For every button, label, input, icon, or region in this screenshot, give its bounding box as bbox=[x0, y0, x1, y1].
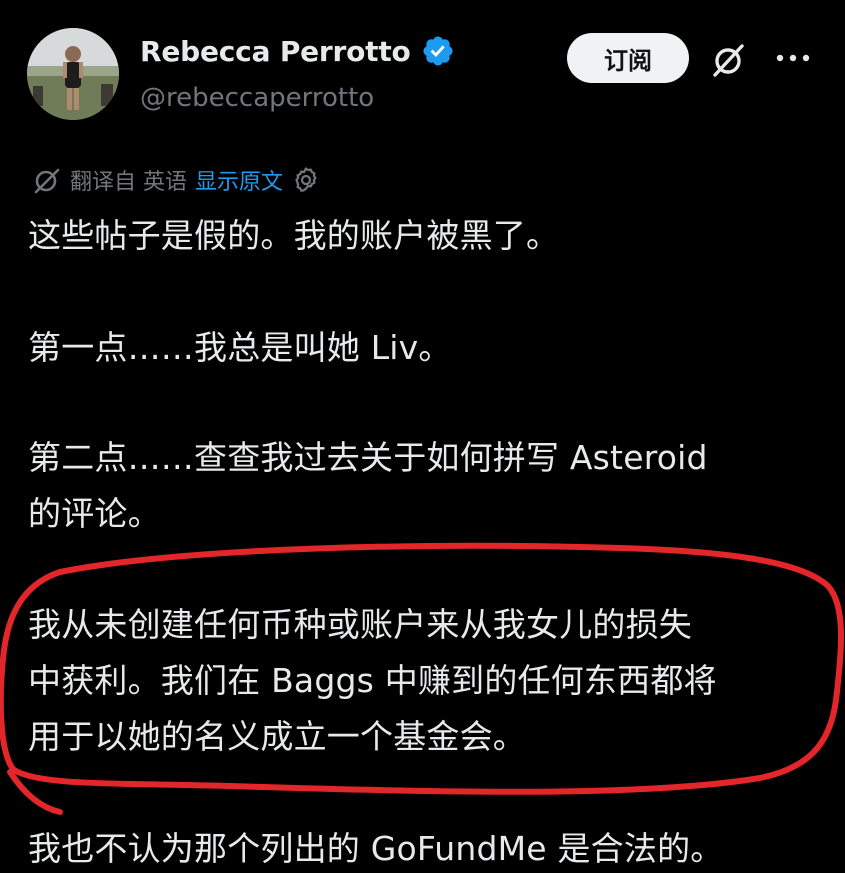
tweet-text-line-3: 第二点……查查我过去关于如何拼写 Asteroid bbox=[28, 438, 708, 477]
avatar[interactable] bbox=[27, 28, 119, 120]
display-name-row: Rebecca Perrotto bbox=[140, 34, 455, 68]
tweet-text-line-2: 第一点……我总是叫她 Liv。 bbox=[28, 328, 452, 367]
tweet-text-line-8: 我也不认为那个列出的 GoFundMe 是合法的。 bbox=[28, 829, 724, 868]
show-original-link[interactable]: 显示原文 bbox=[195, 164, 283, 196]
verified-badge-icon[interactable] bbox=[421, 34, 455, 68]
tweet-text-line-7: 用于以她的名义成立一个基金会。 bbox=[28, 717, 526, 756]
settings-gear-icon[interactable] bbox=[291, 165, 321, 195]
subscribe-button[interactable]: 订阅 bbox=[567, 33, 689, 83]
tweet-text-line-4: 的评论。 bbox=[28, 494, 161, 533]
tweet-header: Rebecca Perrotto @rebeccaperrotto 订阅 bbox=[0, 0, 845, 130]
tweet-text-line-1: 这些帖子是假的。我的账户被黑了。 bbox=[28, 216, 560, 255]
translated-from-label: 翻译自 英语 bbox=[70, 170, 187, 195]
grok-icon[interactable] bbox=[709, 40, 749, 80]
translate-icon bbox=[34, 168, 60, 194]
translation-bar: 翻译自 英语 显示原文 bbox=[32, 162, 321, 198]
avatar-photo bbox=[27, 28, 119, 120]
tweet-text-line-5: 我从未创建任何币种或账户来从我女儿的损失 bbox=[28, 605, 692, 644]
user-handle[interactable]: @rebeccaperrotto bbox=[140, 83, 374, 113]
tweet-text-line-6: 中获利。我们在 Baggs 中赚到的任何东西都将 bbox=[28, 661, 717, 700]
display-name[interactable]: Rebecca Perrotto bbox=[140, 35, 411, 68]
more-icon[interactable] bbox=[773, 46, 813, 70]
